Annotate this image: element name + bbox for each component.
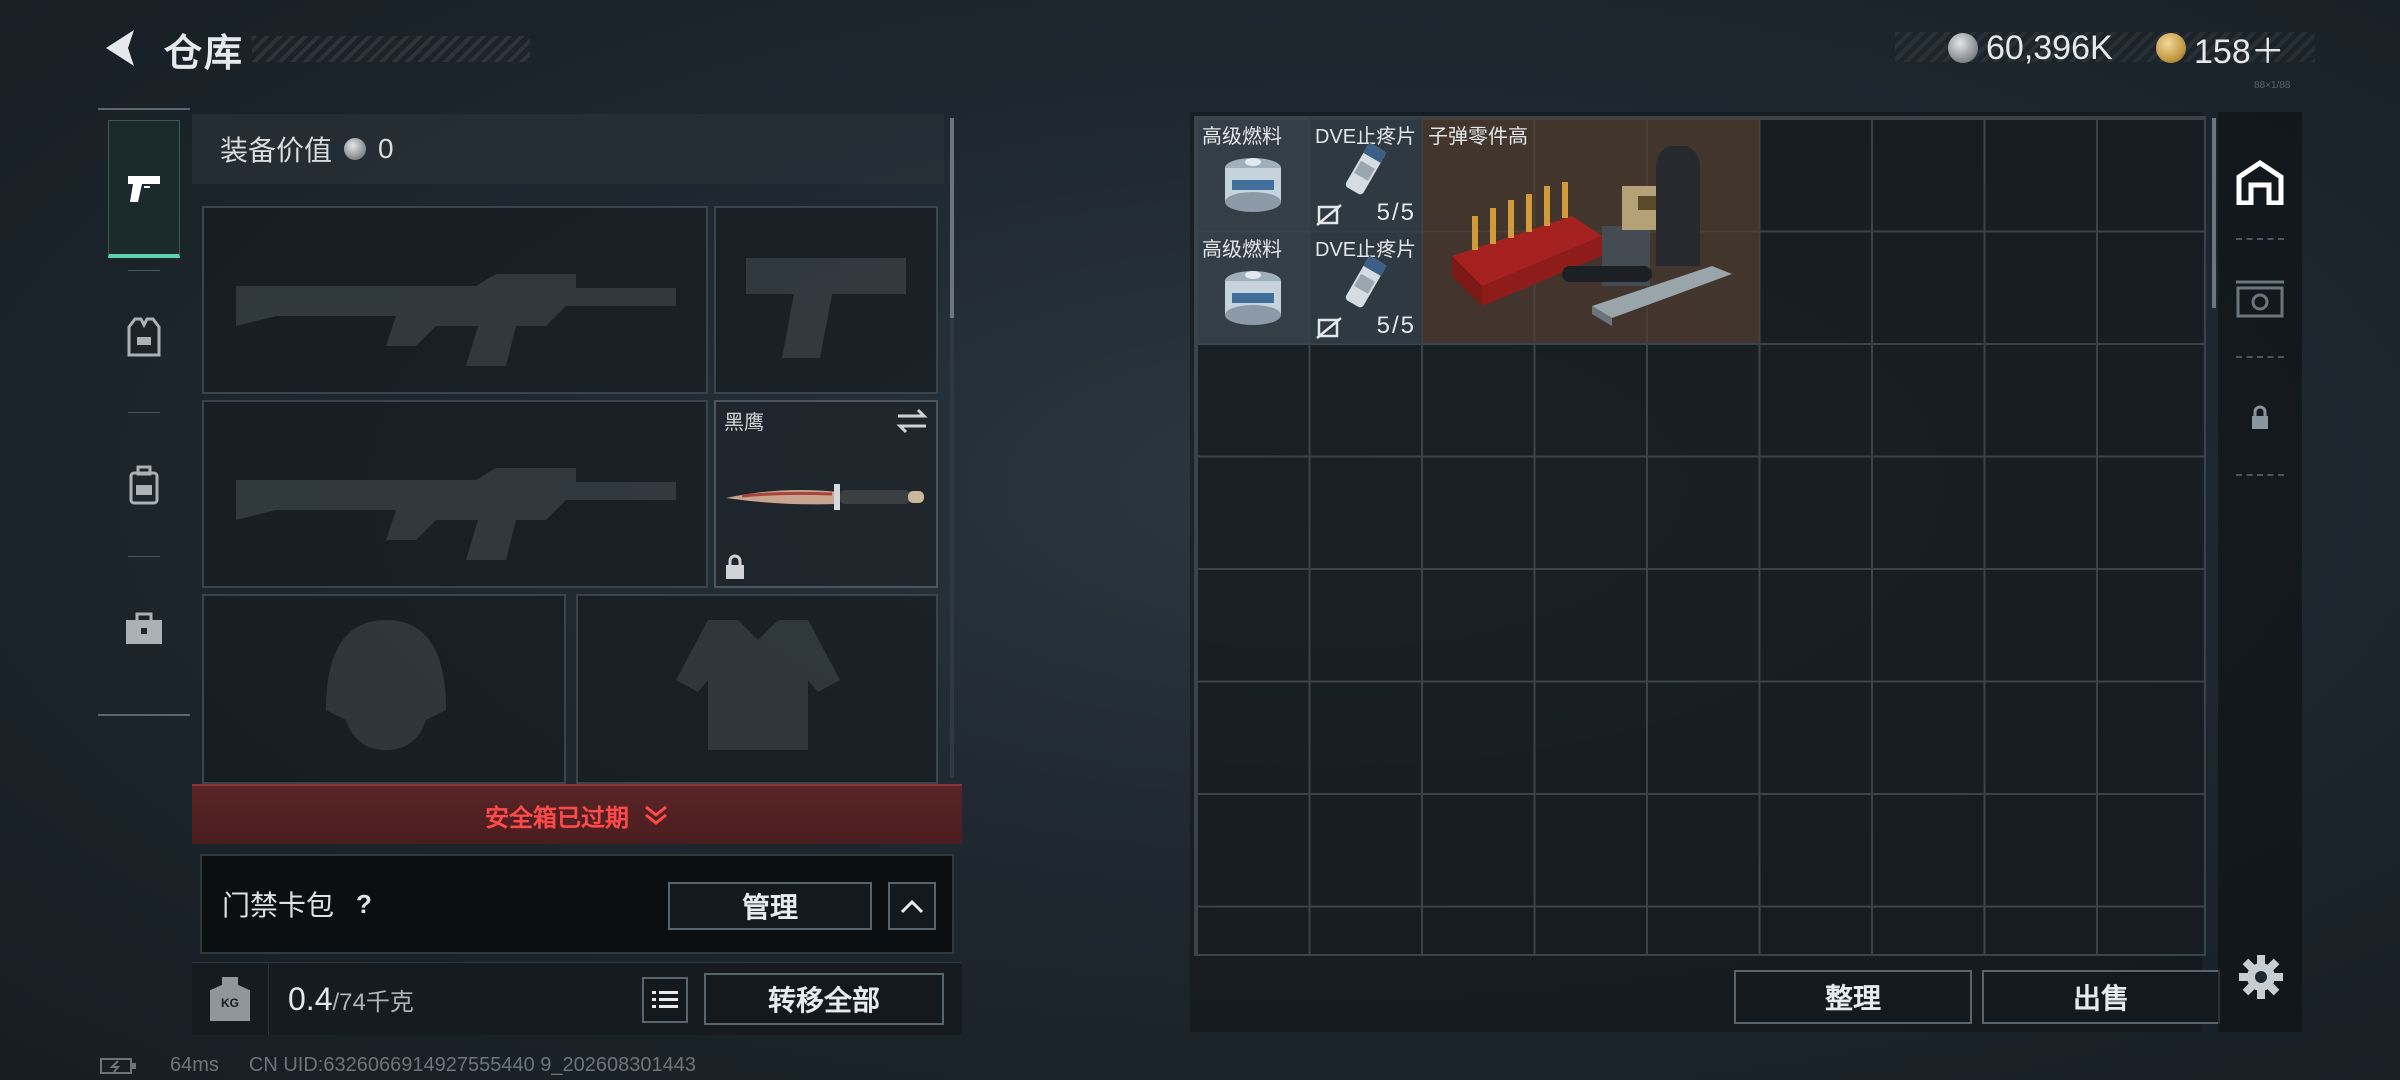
fuel-can-icon (1225, 271, 1281, 325)
side-rail-divider (2236, 474, 2284, 476)
toolbox-icon (126, 612, 162, 644)
double-chevron-down-icon (645, 805, 667, 825)
pistol-slot[interactable] (714, 206, 938, 394)
safe-box-status: 安全箱已过期 (485, 804, 629, 832)
stash-item-fuel[interactable]: 高级燃料 (1196, 118, 1309, 231)
stash-home-icon (2236, 159, 2284, 205)
no-trade-icon (1316, 317, 1342, 339)
expand-up-button[interactable] (888, 882, 936, 930)
stash-item-painkiller[interactable]: DVE止疼片 5/5 (1309, 118, 1422, 231)
page-title: 仓库 (164, 33, 245, 75)
safe-box-expired-banner[interactable]: 安全箱已过期 (192, 784, 962, 844)
weight-readout: 0.4/74千克 (288, 981, 414, 1018)
currency-silver[interactable]: 60,396K (1948, 26, 2113, 70)
painkiller-tube-icon (1345, 255, 1387, 308)
equipment-scroll-thumb[interactable] (950, 118, 954, 318)
knife-icon (726, 484, 924, 510)
stash-scroll-thumb[interactable] (2212, 118, 2216, 308)
currency-gold[interactable]: 158＋ (2156, 26, 2285, 71)
lock-icon (2252, 405, 2268, 429)
back-arrow-icon[interactable] (100, 26, 140, 70)
silver-coin-icon (1948, 33, 1978, 63)
tab-toolbox[interactable] (108, 560, 180, 698)
swap-arrows-icon[interactable] (896, 408, 928, 434)
melee-name: 黑鹰 (724, 412, 764, 434)
rail-divider (128, 412, 160, 413)
ping: 64ms (170, 1054, 219, 1076)
primary-weapon-slot-1[interactable] (202, 206, 708, 394)
armor-vest-icon (127, 317, 161, 357)
kg-weight-icon: KG (210, 977, 250, 1021)
stash-item-ammo-parts[interactable]: 子弹零件高 (1422, 118, 1760, 343)
armor-silhouette-icon (676, 620, 840, 750)
list-icon (652, 991, 678, 1008)
pistol-silhouette-icon (746, 258, 906, 358)
chevron-up-icon (900, 899, 924, 914)
ammo-parts-crate-icon (1452, 146, 1732, 326)
item-count: 5/5 (1376, 312, 1416, 339)
item-name: 高级燃料 (1202, 126, 1282, 148)
side-rail-divider (2236, 356, 2284, 358)
tab-backpack[interactable] (108, 416, 180, 554)
stash-panel: 高级燃料 DVE止疼片 5/5 子弹零件高 高级燃料 DVE止疼片 5/5 整理… (1190, 112, 2220, 1032)
pistol-icon (128, 175, 160, 202)
weight-current: 0.4 (288, 981, 333, 1017)
keycard-wallet-label: 门禁卡包 (222, 890, 335, 921)
tab-weapons[interactable] (108, 120, 180, 258)
transfer-all-button[interactable]: 转移全部 (704, 973, 944, 1025)
backpack-icon (129, 465, 159, 505)
sell-button[interactable]: 出售 (1982, 970, 2220, 1024)
list-view-button[interactable] (642, 977, 688, 1023)
item-count: 5/5 (1376, 199, 1416, 226)
currency-gold-amount: 158＋ (2194, 32, 2285, 71)
body-armor-slot[interactable] (576, 594, 938, 784)
painkiller-tube-icon (1345, 142, 1387, 195)
gear-icon[interactable] (2238, 954, 2284, 1000)
player-uid: CN UID:6326066914927555440 9_20260830144… (248, 1054, 696, 1076)
item-name: 高级燃料 (1202, 239, 1282, 261)
equipment-value-label: 装备价值 (220, 135, 333, 166)
tab-money-case[interactable] (2232, 272, 2288, 328)
battery-charging-icon (100, 1057, 136, 1074)
stash-item-painkiller[interactable]: DVE止疼片 5/5 (1309, 231, 1422, 344)
stash-grid[interactable]: 高级燃料 DVE止疼片 5/5 子弹零件高 高级燃料 DVE止疼片 5/5 (1194, 116, 2206, 956)
primary-weapon-slot-2[interactable] (202, 400, 708, 588)
rail-divider (128, 556, 160, 557)
silver-coin-icon (344, 138, 367, 160)
manage-button[interactable]: 管理 (668, 882, 872, 930)
weight-max: /74千克 (332, 989, 414, 1016)
helmet-silhouette-icon (326, 620, 446, 750)
help-icon[interactable]: ? (346, 886, 382, 922)
helmet-slot[interactable] (202, 594, 566, 784)
money-case-icon (2236, 280, 2284, 318)
side-rail-small-text: 88×1/88 (2254, 80, 2291, 91)
tab-stash-home[interactable] (2232, 154, 2288, 210)
equipment-value-bar: 装备价值 0 (192, 114, 944, 184)
melee-slot[interactable]: 黑鹰 (714, 400, 938, 588)
side-rail-divider (2236, 238, 2284, 240)
currency-silver-amount: 60,396K (1986, 28, 2113, 67)
fuel-can-icon (1225, 158, 1281, 212)
rifle-silhouette-icon (236, 274, 676, 366)
no-trade-icon (1316, 204, 1342, 226)
lock-icon (726, 554, 744, 579)
weight-bar: KG 0.4/74千克 转移全部 (192, 962, 962, 1035)
equipment-value-amount: 0 (378, 133, 394, 164)
title-stripe-decoration (252, 36, 530, 62)
category-rail (98, 108, 190, 716)
tab-locked[interactable] (2232, 390, 2288, 446)
weight-divider (268, 963, 269, 1035)
gold-triangle-coin-icon (2156, 33, 2186, 63)
item-name: 子弹零件高 (1428, 126, 1528, 148)
stash-item-fuel[interactable]: 高级燃料 (1196, 231, 1309, 344)
stash-side-rail (2218, 112, 2302, 1032)
sort-button[interactable]: 整理 (1734, 970, 1972, 1024)
status-line: 64ms CN UID:6326066914927555440 9_202608… (100, 1054, 696, 1077)
keycard-wallet-bar: 门禁卡包 ? 管理 (200, 854, 954, 954)
rifle-silhouette-icon (236, 468, 676, 560)
tab-armor[interactable] (108, 268, 180, 406)
